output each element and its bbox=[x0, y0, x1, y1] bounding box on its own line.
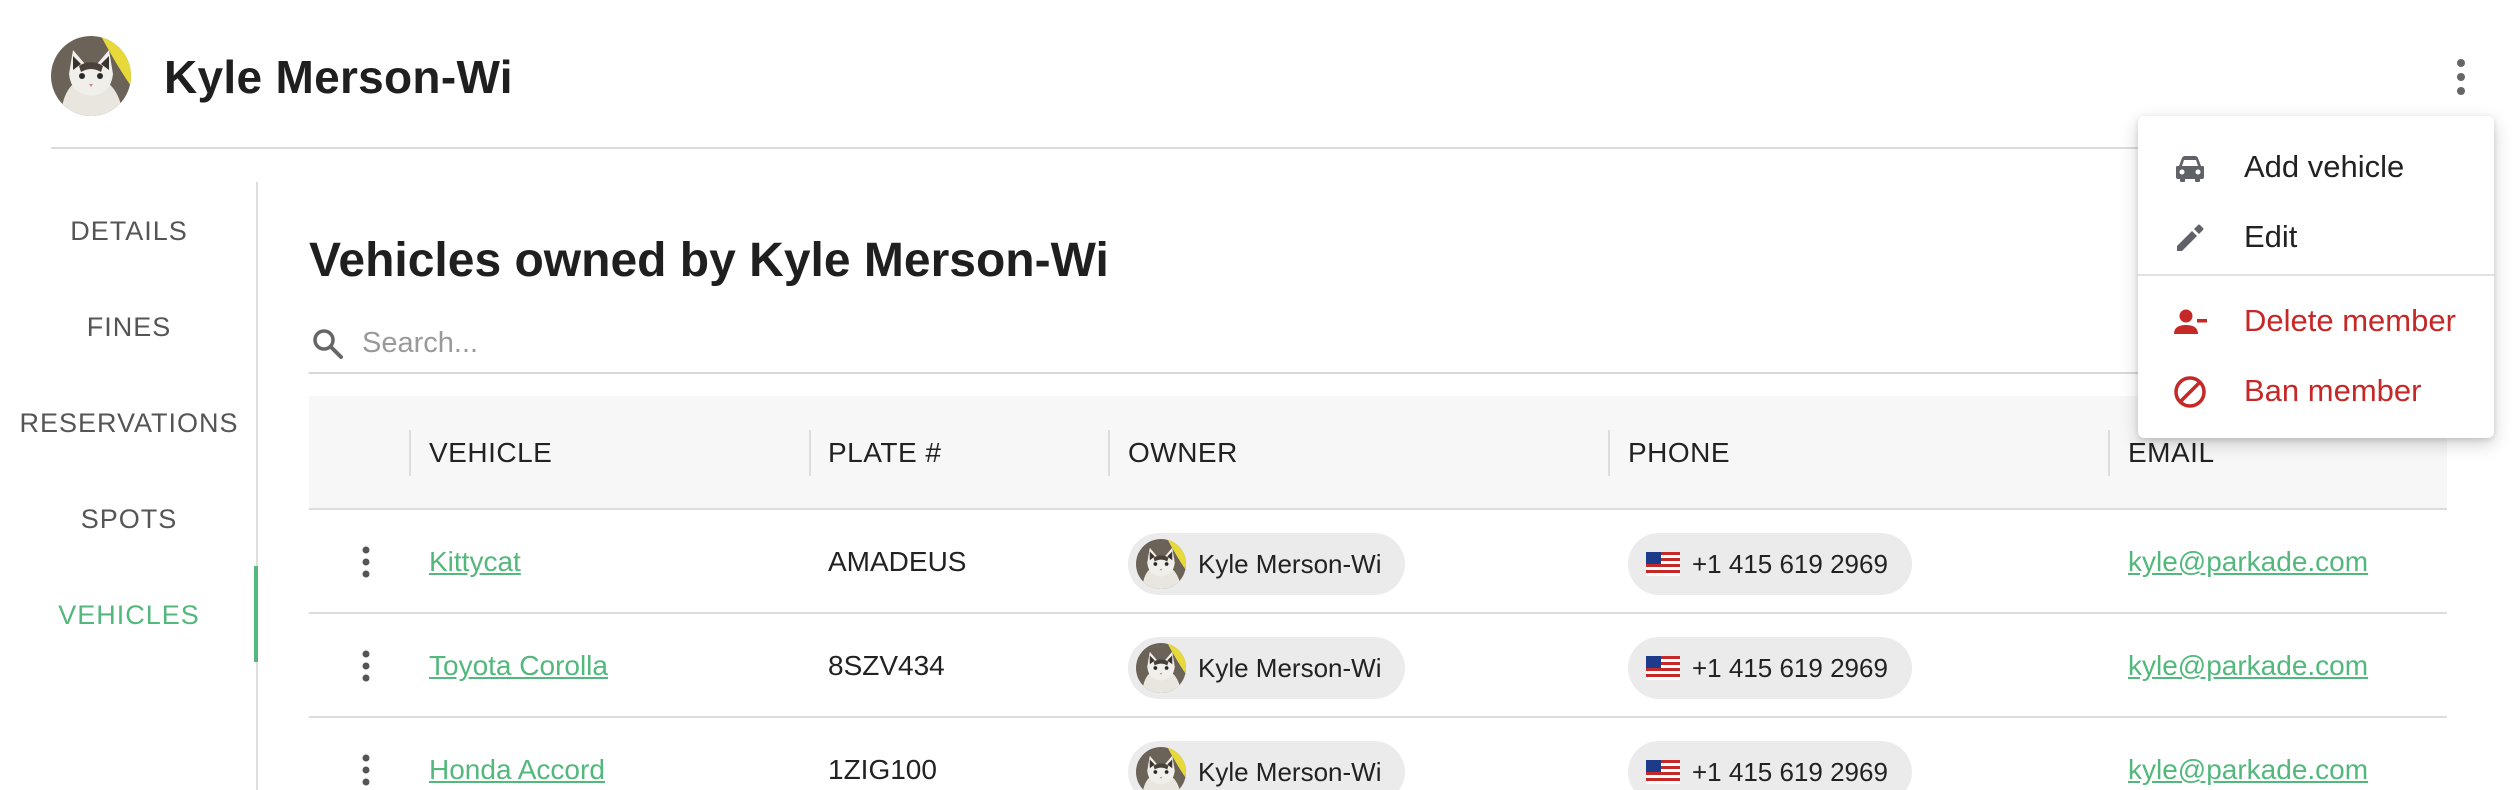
owner-name: Kyle Merson-Wi bbox=[1198, 652, 1382, 683]
owner-chip[interactable]: Kyle Merson-Wi bbox=[1128, 637, 1406, 699]
more-vertical-icon[interactable] bbox=[2441, 55, 2481, 99]
column-separator bbox=[1608, 430, 1610, 476]
search-underline bbox=[309, 372, 2447, 374]
menu-item-label: Delete member bbox=[2244, 303, 2456, 338]
row-more-icon[interactable] bbox=[351, 648, 381, 684]
owner-name: Kyle Merson-Wi bbox=[1198, 756, 1382, 787]
active-tab-indicator bbox=[254, 566, 258, 662]
table-row: Kittycat AMADEUS Kyle Merson-Wi +1 415 6… bbox=[309, 510, 2447, 614]
email-link[interactable]: kyle@parkade.com bbox=[2128, 718, 2368, 790]
owner-chip[interactable]: Kyle Merson-Wi bbox=[1128, 741, 1406, 790]
vehicle-link[interactable]: Toyota Corolla bbox=[429, 614, 608, 718]
menu-item-label: Edit bbox=[2244, 219, 2298, 254]
page-title: Kyle Merson-Wi bbox=[164, 51, 513, 103]
column-separator bbox=[409, 430, 411, 476]
person-remove-icon bbox=[2174, 309, 2207, 334]
table-row: Honda Accord 1ZIG100 Kyle Merson-Wi +1 4… bbox=[309, 718, 2447, 790]
block-icon bbox=[2174, 376, 2206, 408]
owner-name: Kyle Merson-Wi bbox=[1198, 548, 1382, 579]
phone-chip[interactable]: +1 415 619 2969 bbox=[1628, 741, 1912, 790]
us-flag-icon bbox=[1646, 656, 1680, 680]
menu-item-label: Ban member bbox=[2244, 373, 2422, 408]
column-separator bbox=[2108, 430, 2110, 476]
us-flag-icon bbox=[1646, 760, 1680, 784]
page-header: Kyle Merson-Wi bbox=[51, 0, 2481, 149]
phone-number: +1 415 619 2969 bbox=[1692, 548, 1888, 579]
phone-chip[interactable]: +1 415 619 2969 bbox=[1628, 533, 1912, 595]
column-header-phone[interactable]: PHONE bbox=[1628, 396, 1730, 510]
sidebar-item-vehicles[interactable]: VEHICLES bbox=[0, 582, 258, 648]
sidebar: DETAILS FINES RESERVATIONS SPOTS VEHICLE… bbox=[0, 182, 258, 790]
column-header-plate[interactable]: PLATE # bbox=[828, 396, 941, 510]
column-header-vehicle[interactable]: VEHICLE bbox=[429, 396, 552, 510]
row-more-icon[interactable] bbox=[351, 544, 381, 580]
row-more-icon[interactable] bbox=[351, 752, 381, 788]
avatar bbox=[1136, 539, 1186, 589]
sidebar-item-details[interactable]: DETAILS bbox=[0, 198, 258, 264]
email-link[interactable]: kyle@parkade.com bbox=[2128, 614, 2368, 718]
actions-menu: Add vehicle Edit Delete member Ban membe… bbox=[2138, 116, 2494, 438]
section-title: Vehicles owned by Kyle Merson-Wi bbox=[309, 234, 1109, 287]
phone-number: +1 415 619 2969 bbox=[1692, 756, 1888, 787]
phone-chip[interactable]: +1 415 619 2969 bbox=[1628, 637, 1912, 699]
car-icon bbox=[2176, 156, 2204, 182]
table-header: VEHICLE PLATE # OWNER PHONE EMAIL bbox=[309, 396, 2447, 510]
sidebar-item-spots[interactable]: SPOTS bbox=[0, 486, 258, 552]
search-icon bbox=[309, 325, 347, 363]
plate-number: 8SZV434 bbox=[828, 650, 945, 681]
sidebar-item-reservations[interactable]: RESERVATIONS bbox=[0, 390, 258, 456]
vehicle-link[interactable]: Kittycat bbox=[429, 510, 521, 614]
search-input[interactable] bbox=[362, 318, 2162, 368]
avatar bbox=[1136, 643, 1186, 693]
vehicles-table: VEHICLE PLATE # OWNER PHONE EMAIL Kittyc… bbox=[309, 396, 2447, 790]
avatar bbox=[51, 36, 131, 116]
menu-item-edit[interactable]: Edit bbox=[2138, 202, 2494, 272]
avatar bbox=[1136, 747, 1186, 790]
menu-item-delete-member[interactable]: Delete member bbox=[2138, 286, 2494, 356]
sidebar-item-fines[interactable]: FINES bbox=[0, 294, 258, 360]
column-header-owner[interactable]: OWNER bbox=[1128, 396, 1238, 510]
email-link[interactable]: kyle@parkade.com bbox=[2128, 510, 2368, 614]
phone-number: +1 415 619 2969 bbox=[1692, 652, 1888, 683]
pencil-icon bbox=[2177, 224, 2204, 251]
plate-number: AMADEUS bbox=[828, 546, 967, 577]
owner-chip[interactable]: Kyle Merson-Wi bbox=[1128, 533, 1406, 595]
menu-item-label: Add vehicle bbox=[2244, 149, 2405, 184]
column-separator bbox=[809, 430, 811, 476]
plate-number: 1ZIG100 bbox=[828, 754, 937, 785]
menu-item-ban-member[interactable]: Ban member bbox=[2138, 356, 2494, 426]
table-row: Toyota Corolla 8SZV434 Kyle Merson-Wi +1… bbox=[309, 614, 2447, 718]
column-separator bbox=[1108, 430, 1110, 476]
us-flag-icon bbox=[1646, 552, 1680, 576]
menu-divider bbox=[2138, 274, 2494, 276]
menu-item-add-vehicle[interactable]: Add vehicle bbox=[2138, 132, 2494, 202]
vehicle-link[interactable]: Honda Accord bbox=[429, 718, 605, 790]
